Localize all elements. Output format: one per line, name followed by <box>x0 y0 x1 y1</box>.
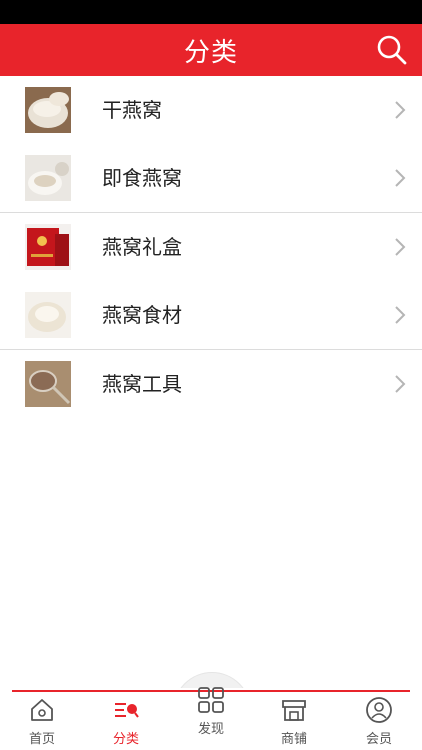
category-list: 干燕窝 即食燕窝 燕窝礼盒 燕窝食材 燕窝工具 <box>0 76 422 418</box>
tab-label: 分类 <box>112 732 139 747</box>
chevron-right-icon <box>395 169 406 187</box>
shop-icon <box>282 700 306 721</box>
category-item-instant-birdnest[interactable]: 即食燕窝 <box>0 144 422 213</box>
category-item-gift-box[interactable]: 燕窝礼盒 <box>0 213 422 281</box>
category-item-tools[interactable]: 燕窝工具 <box>0 350 422 418</box>
tab-label: 首页 <box>28 732 55 747</box>
dry-birdnest-thumbnail <box>25 87 71 133</box>
tab-member[interactable]: 会员 <box>349 696 409 750</box>
category-icon <box>115 703 139 718</box>
ingredients-thumbnail <box>25 292 71 338</box>
category-label: 燕窝礼盒 <box>102 235 182 259</box>
tab-category[interactable]: 分类 <box>96 696 156 750</box>
tab-home[interactable]: 首页 <box>12 696 72 750</box>
user-icon <box>366 697 392 723</box>
tools-thumbnail <box>25 361 71 407</box>
chevron-right-icon <box>395 238 406 256</box>
status-bar <box>0 0 422 24</box>
category-label: 干燕窝 <box>102 98 162 122</box>
tab-label: 发现 <box>197 722 224 737</box>
home-icon <box>31 699 53 721</box>
bottom-tab-bar: 首页 分类 发现 商铺 会员 <box>0 686 422 750</box>
tab-discover[interactable]: 发现 <box>181 686 241 740</box>
category-label: 即食燕窝 <box>102 166 182 190</box>
tab-label: 会员 <box>365 732 392 747</box>
tab-label: 商铺 <box>280 732 307 747</box>
category-item-ingredients[interactable]: 燕窝食材 <box>0 281 422 350</box>
header: 分类 <box>0 24 422 76</box>
category-item-dry-birdnest[interactable]: 干燕窝 <box>0 76 422 144</box>
chevron-right-icon <box>395 375 406 393</box>
gift-box-thumbnail <box>25 224 71 270</box>
chevron-right-icon <box>395 101 406 119</box>
search-icon[interactable] <box>376 34 408 66</box>
category-label: 燕窝食材 <box>102 303 182 327</box>
category-label: 燕窝工具 <box>102 372 182 396</box>
page-title: 分类 <box>183 37 238 68</box>
instant-birdnest-thumbnail <box>25 155 71 201</box>
grid-icon <box>198 687 224 713</box>
tab-shop[interactable]: 商铺 <box>264 696 324 750</box>
chevron-right-icon <box>395 306 406 324</box>
